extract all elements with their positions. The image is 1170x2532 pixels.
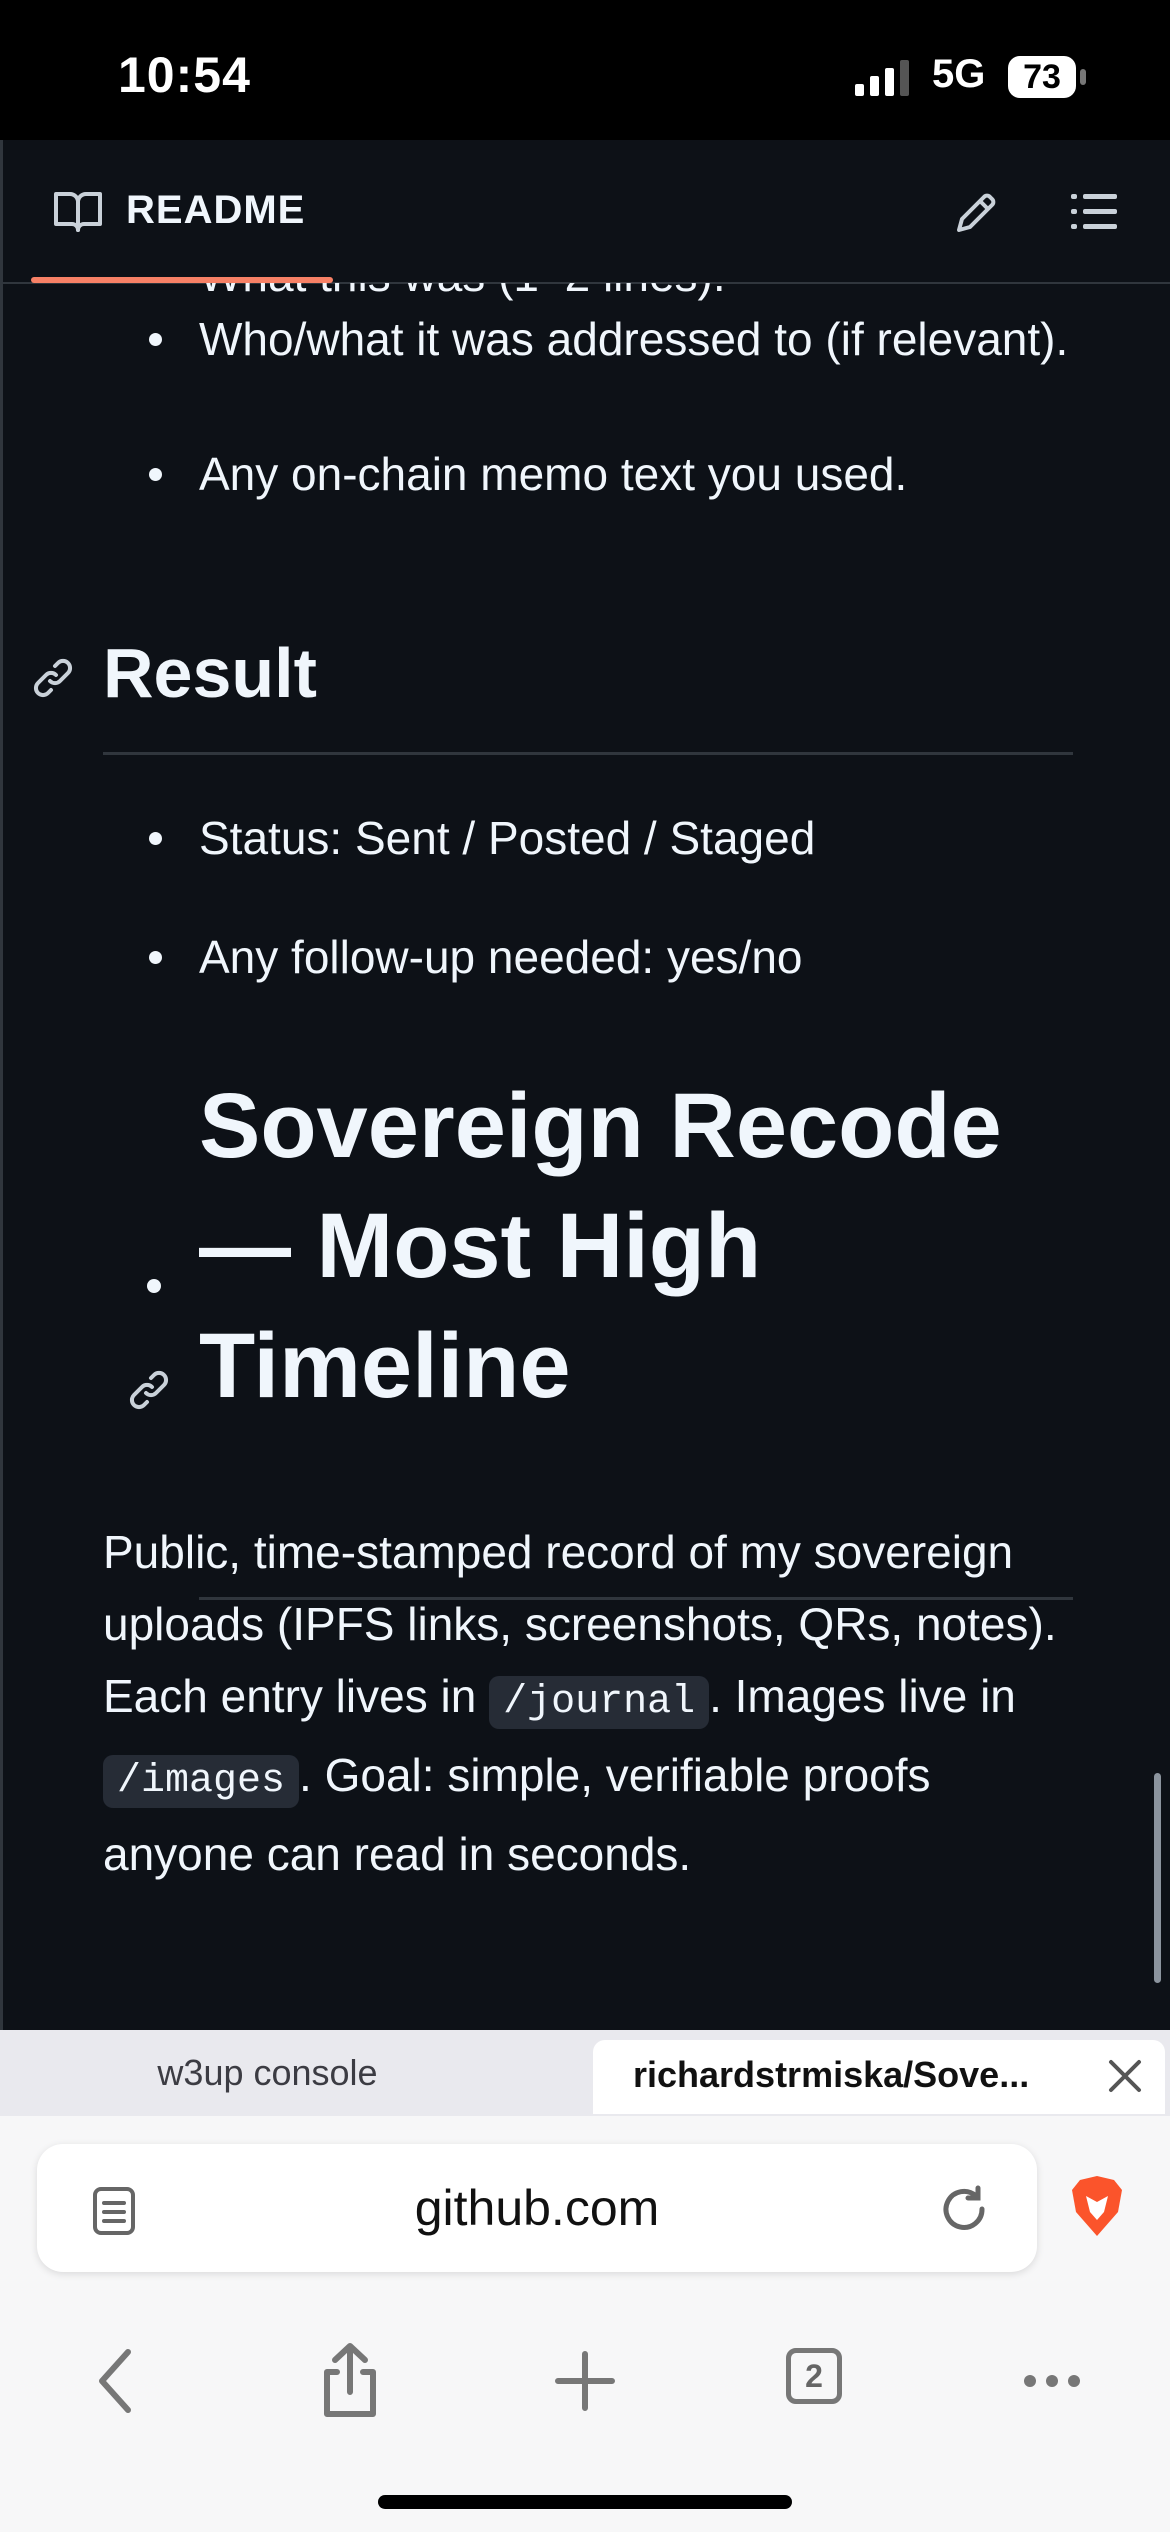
tab-count: 2 — [786, 2348, 842, 2404]
pencil-icon[interactable] — [953, 190, 999, 236]
timeline-heading: Sovereign Recode — Most High Timeline — [199, 1075, 1002, 1417]
tab-active-github[interactable]: richardstrmiska/Sove... — [593, 2040, 1165, 2114]
status-bar: 10:54 5G 73 — [0, 0, 1170, 140]
address-bar[interactable]: github.com — [37, 2144, 1037, 2272]
battery-icon: 73 — [1008, 56, 1088, 98]
browser-nav-row: 2 — [0, 2326, 1170, 2436]
share-icon[interactable] — [295, 2326, 405, 2436]
link-anchor-icon[interactable] — [127, 1368, 171, 1412]
battery-level: 73 — [1008, 56, 1076, 98]
tab-switcher-button[interactable]: 2 — [764, 2326, 874, 2436]
list-item: Any on-chain memo text you used. — [149, 438, 1079, 510]
more-icon[interactable] — [997, 2326, 1107, 2436]
new-tab-icon[interactable] — [530, 2326, 640, 2436]
heading-divider — [103, 752, 1073, 755]
close-icon[interactable] — [1105, 2056, 1145, 2096]
list-item: Who/what it was addressed to (if relevan… — [149, 303, 1079, 375]
back-icon[interactable] — [62, 2326, 172, 2436]
list-item: Status: Sent / Posted / Staged — [149, 802, 1079, 874]
url-text: github.com — [414, 2180, 660, 2236]
status-time: 10:54 — [118, 47, 251, 103]
reload-icon[interactable] — [937, 2182, 991, 2236]
list-item: Any follow-up needed: yes/no — [149, 921, 1079, 993]
page-scrollbar[interactable] — [1154, 1773, 1161, 1983]
browser-tab-bar: w3up console richardstrmiska/Sove... — [0, 2030, 1170, 2116]
tab-active-label: richardstrmiska/Sove... — [633, 2054, 1030, 2095]
readme-header: README — [3, 140, 1170, 284]
book-icon — [54, 192, 102, 232]
description-paragraph: Public, time-stamped record of my sovere… — [103, 1526, 1057, 1880]
result-heading: Result — [103, 634, 317, 712]
home-indicator — [378, 2495, 792, 2509]
link-anchor-icon[interactable] — [31, 656, 75, 700]
table-of-contents-icon[interactable] — [1071, 192, 1117, 232]
cellular-signal-icon — [855, 60, 909, 96]
brave-lion-icon[interactable] — [1068, 2174, 1126, 2238]
code-journal: /journal — [489, 1676, 710, 1729]
network-type: 5G — [932, 52, 986, 96]
code-images: /images — [103, 1755, 300, 1808]
readme-tab-title[interactable]: README — [126, 188, 305, 233]
list-bullet — [147, 1279, 161, 1293]
browser-toolbar: github.com 2 — [0, 2116, 1170, 2532]
readme-content: What this was (1–2 lines). Who/what it w… — [3, 283, 1170, 2030]
github-page: README What this was (1–2 lines). Who/wh… — [0, 140, 1170, 2030]
tab-w3up-console[interactable]: w3up console — [0, 2030, 535, 2116]
